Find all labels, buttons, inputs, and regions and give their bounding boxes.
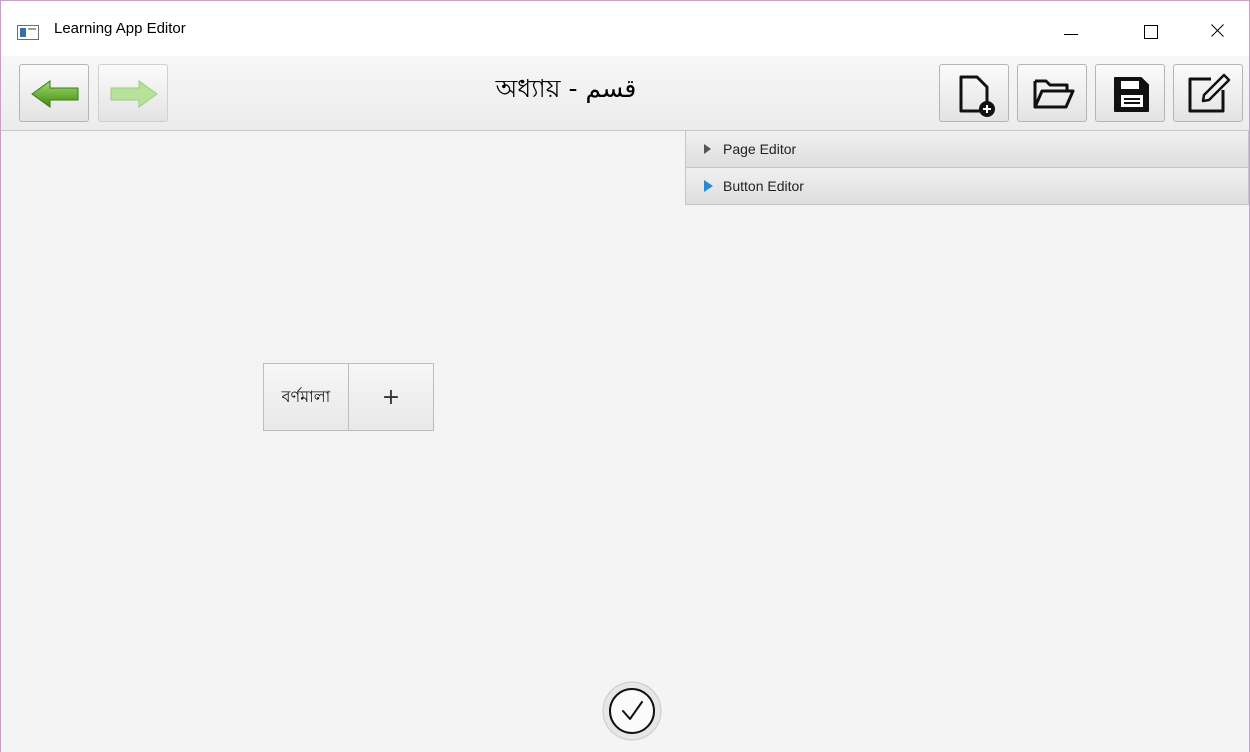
editor-accordion: Page Editor Button Editor <box>685 131 1249 205</box>
app-window: Learning App Editor অধ্যায় - قسم Page E… <box>0 0 1250 752</box>
app-window-icon <box>17 25 39 40</box>
folder-open-icon <box>1033 79 1075 109</box>
window-title: Learning App Editor <box>54 20 186 37</box>
new-file-icon <box>959 75 995 117</box>
expand-arrow-icon <box>704 144 711 154</box>
edit-icon <box>1188 73 1231 113</box>
expand-arrow-icon <box>704 180 713 192</box>
minimize-button[interactable] <box>1048 11 1094 51</box>
page-title: অধ্যায় - قسم <box>495 74 637 103</box>
panel-label: Page Editor <box>723 141 797 157</box>
forward-button[interactable] <box>98 64 168 122</box>
chapter-button[interactable]: বর্ণমালা <box>263 363 349 431</box>
add-button[interactable]: + <box>348 363 434 431</box>
panel-page-editor[interactable]: Page Editor <box>685 131 1249 168</box>
edit-button[interactable] <box>1173 64 1243 122</box>
back-button[interactable] <box>19 64 89 122</box>
close-button[interactable] <box>1194 11 1240 51</box>
arrow-left-icon <box>31 80 79 108</box>
confirm-button[interactable] <box>601 680 663 742</box>
title-bar[interactable]: Learning App Editor <box>1 1 1249 56</box>
maximize-button[interactable] <box>1128 11 1174 51</box>
panel-button-editor[interactable]: Button Editor <box>685 168 1249 205</box>
arrow-right-icon <box>110 80 158 108</box>
save-button[interactable] <box>1095 64 1165 122</box>
panel-label: Button Editor <box>723 178 804 194</box>
open-folder-button[interactable] <box>1017 64 1087 122</box>
floppy-disk-icon <box>1114 77 1149 112</box>
checkmark-icon <box>602 681 662 741</box>
toolbar: অধ্যায় - قسم <box>1 56 1249 131</box>
new-file-button[interactable] <box>939 64 1009 122</box>
